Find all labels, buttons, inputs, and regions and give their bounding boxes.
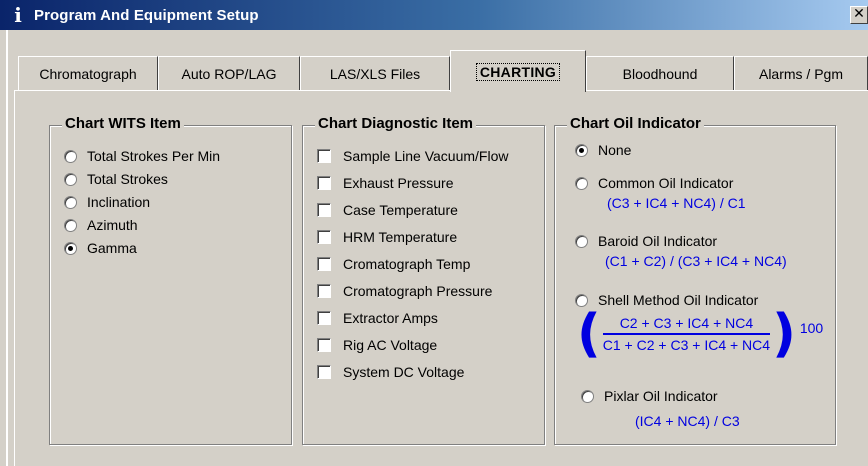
- check-hrm-temperature[interactable]: HRM Temperature: [317, 229, 457, 245]
- tab-chromatograph[interactable]: Chromatograph: [18, 56, 158, 90]
- radio-total-strokes-per-min[interactable]: Total Strokes Per Min: [64, 148, 220, 164]
- radio-indicator[interactable]: [575, 234, 588, 248]
- tab-panel-charting: Chart WITS Item Total Strokes Per Min To…: [14, 90, 868, 466]
- tab-bloodhound[interactable]: Bloodhound: [586, 56, 734, 90]
- radio-indicator[interactable]: [581, 389, 594, 403]
- tab-label: Auto ROP/LAG: [181, 65, 277, 82]
- title-bar[interactable]: i Program And Equipment Setup ✕: [0, 0, 868, 30]
- group-title: Chart Oil Indicator: [567, 115, 704, 132]
- radio-label: Inclination: [87, 194, 151, 210]
- radio-label: Total Strokes: [87, 171, 168, 187]
- info-icon: i: [14, 3, 22, 27]
- tab-charting[interactable]: CHARTING: [450, 50, 586, 92]
- checkbox-label: Cromatograph Temp: [343, 256, 471, 272]
- radio-label: Shell Method Oil Indicator: [598, 292, 759, 308]
- right-paren: ): [772, 304, 796, 364]
- checkbox-indicator[interactable]: [317, 365, 331, 379]
- checkbox-indicator[interactable]: [317, 230, 331, 244]
- baroid-oil-formula: (C1 + C2) / (C3 + IC4 + NC4): [605, 253, 787, 269]
- check-exhaust-pressure[interactable]: Exhaust Pressure: [317, 175, 454, 191]
- tab-auto-rop-lag[interactable]: Auto ROP/LAG: [158, 56, 300, 90]
- check-case-temperature[interactable]: Case Temperature: [317, 202, 458, 218]
- radio-shell-method-oil-indicator[interactable]: Shell Method Oil Indicator: [575, 292, 758, 308]
- close-icon: ✕: [853, 6, 865, 22]
- shell-numerator: C2 + C3 + IC4 + NC4: [619, 315, 754, 331]
- checkbox-indicator[interactable]: [317, 311, 331, 325]
- radio-label: Azimuth: [87, 217, 138, 233]
- chart-diagnostic-group: Chart Diagnostic Item Sample Line Vacuum…: [302, 115, 545, 445]
- shell-fraction: C2 + C3 + IC4 + NC4 C1 + C2 + C3 + IC4 +…: [602, 315, 771, 353]
- radio-label: Common Oil Indicator: [598, 175, 734, 191]
- left-paren: (: [577, 304, 601, 364]
- tab-label: Chromatograph: [39, 65, 137, 82]
- radio-label: Baroid Oil Indicator: [598, 233, 718, 249]
- checkbox-label: Cromatograph Pressure: [343, 283, 493, 299]
- radio-gamma[interactable]: Gamma: [64, 240, 137, 256]
- group-title: Chart WITS Item: [62, 115, 184, 132]
- radio-common-oil-indicator[interactable]: Common Oil Indicator: [575, 175, 733, 191]
- checkbox-label: Case Temperature: [343, 202, 458, 218]
- radio-indicator[interactable]: [64, 241, 77, 255]
- radio-indicator[interactable]: [64, 195, 77, 209]
- group-title: Chart Diagnostic Item: [315, 115, 477, 132]
- tab-label: LAS/XLS Files: [329, 65, 421, 82]
- checkbox-indicator[interactable]: [317, 257, 331, 271]
- checkbox-label: System DC Voltage: [343, 364, 465, 380]
- radio-label: Pixlar Oil Indicator: [604, 388, 718, 404]
- checkbox-indicator[interactable]: [317, 338, 331, 352]
- check-sample-line-vacuum-flow[interactable]: Sample Line Vacuum/Flow: [317, 148, 508, 164]
- window-edge: [6, 30, 8, 466]
- tab-label: Bloodhound: [622, 65, 698, 82]
- checkbox-label: Sample Line Vacuum/Flow: [343, 148, 509, 164]
- tab-las-xls-files[interactable]: LAS/XLS Files: [300, 56, 450, 90]
- common-oil-formula: (C3 + IC4 + NC4) / C1: [607, 195, 746, 211]
- tab-label: Alarms / Pgm: [758, 65, 843, 82]
- radio-azimuth[interactable]: Azimuth: [64, 217, 138, 233]
- radio-inclination[interactable]: Inclination: [64, 194, 150, 210]
- radio-label: Total Strokes Per Min: [87, 148, 221, 164]
- radio-label: Gamma: [87, 240, 137, 256]
- check-extractor-amps[interactable]: Extractor Amps: [317, 310, 438, 326]
- chart-oil-indicator-group: Chart Oil Indicator None Common Oil Indi…: [554, 115, 836, 445]
- radio-indicator[interactable]: [575, 176, 588, 190]
- radio-pixlar-oil-indicator[interactable]: Pixlar Oil Indicator: [581, 388, 718, 404]
- radio-baroid-oil-indicator[interactable]: Baroid Oil Indicator: [575, 233, 717, 249]
- checkbox-label: HRM Temperature: [343, 229, 458, 245]
- radio-indicator[interactable]: [64, 172, 77, 186]
- chart-wits-group: Chart WITS Item Total Strokes Per Min To…: [49, 115, 292, 445]
- shell-oil-formula: ( C2 + C3 + IC4 + NC4 C1 + C2 + C3 + IC4…: [577, 308, 823, 360]
- pixlar-oil-formula: (IC4 + NC4) / C3: [635, 413, 740, 429]
- checkbox-label: Exhaust Pressure: [343, 175, 454, 191]
- radio-label: None: [598, 142, 632, 158]
- shell-multiplier: 100: [799, 320, 824, 336]
- radio-indicator[interactable]: [64, 149, 77, 163]
- check-rig-ac-voltage[interactable]: Rig AC Voltage: [317, 337, 437, 353]
- radio-indicator[interactable]: [64, 218, 77, 232]
- tab-label: CHARTING: [475, 62, 561, 81]
- tab-alarms-pgm[interactable]: Alarms / Pgm: [734, 56, 868, 90]
- radio-total-strokes[interactable]: Total Strokes: [64, 171, 168, 187]
- radio-indicator[interactable]: [575, 143, 588, 157]
- checkbox-indicator[interactable]: [317, 149, 331, 163]
- checkbox-label: Extractor Amps: [343, 310, 438, 326]
- check-cromatograph-pressure[interactable]: Cromatograph Pressure: [317, 283, 492, 299]
- checkbox-indicator[interactable]: [317, 203, 331, 217]
- checkbox-indicator[interactable]: [317, 284, 331, 298]
- shell-denominator: C1 + C2 + C3 + IC4 + NC4: [602, 337, 771, 353]
- window-title: Program And Equipment Setup: [34, 6, 259, 24]
- check-cromatograph-temp[interactable]: Cromatograph Temp: [317, 256, 470, 272]
- close-button[interactable]: ✕: [850, 6, 868, 24]
- checkbox-label: Rig AC Voltage: [343, 337, 438, 353]
- checkbox-indicator[interactable]: [317, 176, 331, 190]
- check-system-dc-voltage[interactable]: System DC Voltage: [317, 364, 464, 380]
- radio-none[interactable]: None: [575, 142, 631, 158]
